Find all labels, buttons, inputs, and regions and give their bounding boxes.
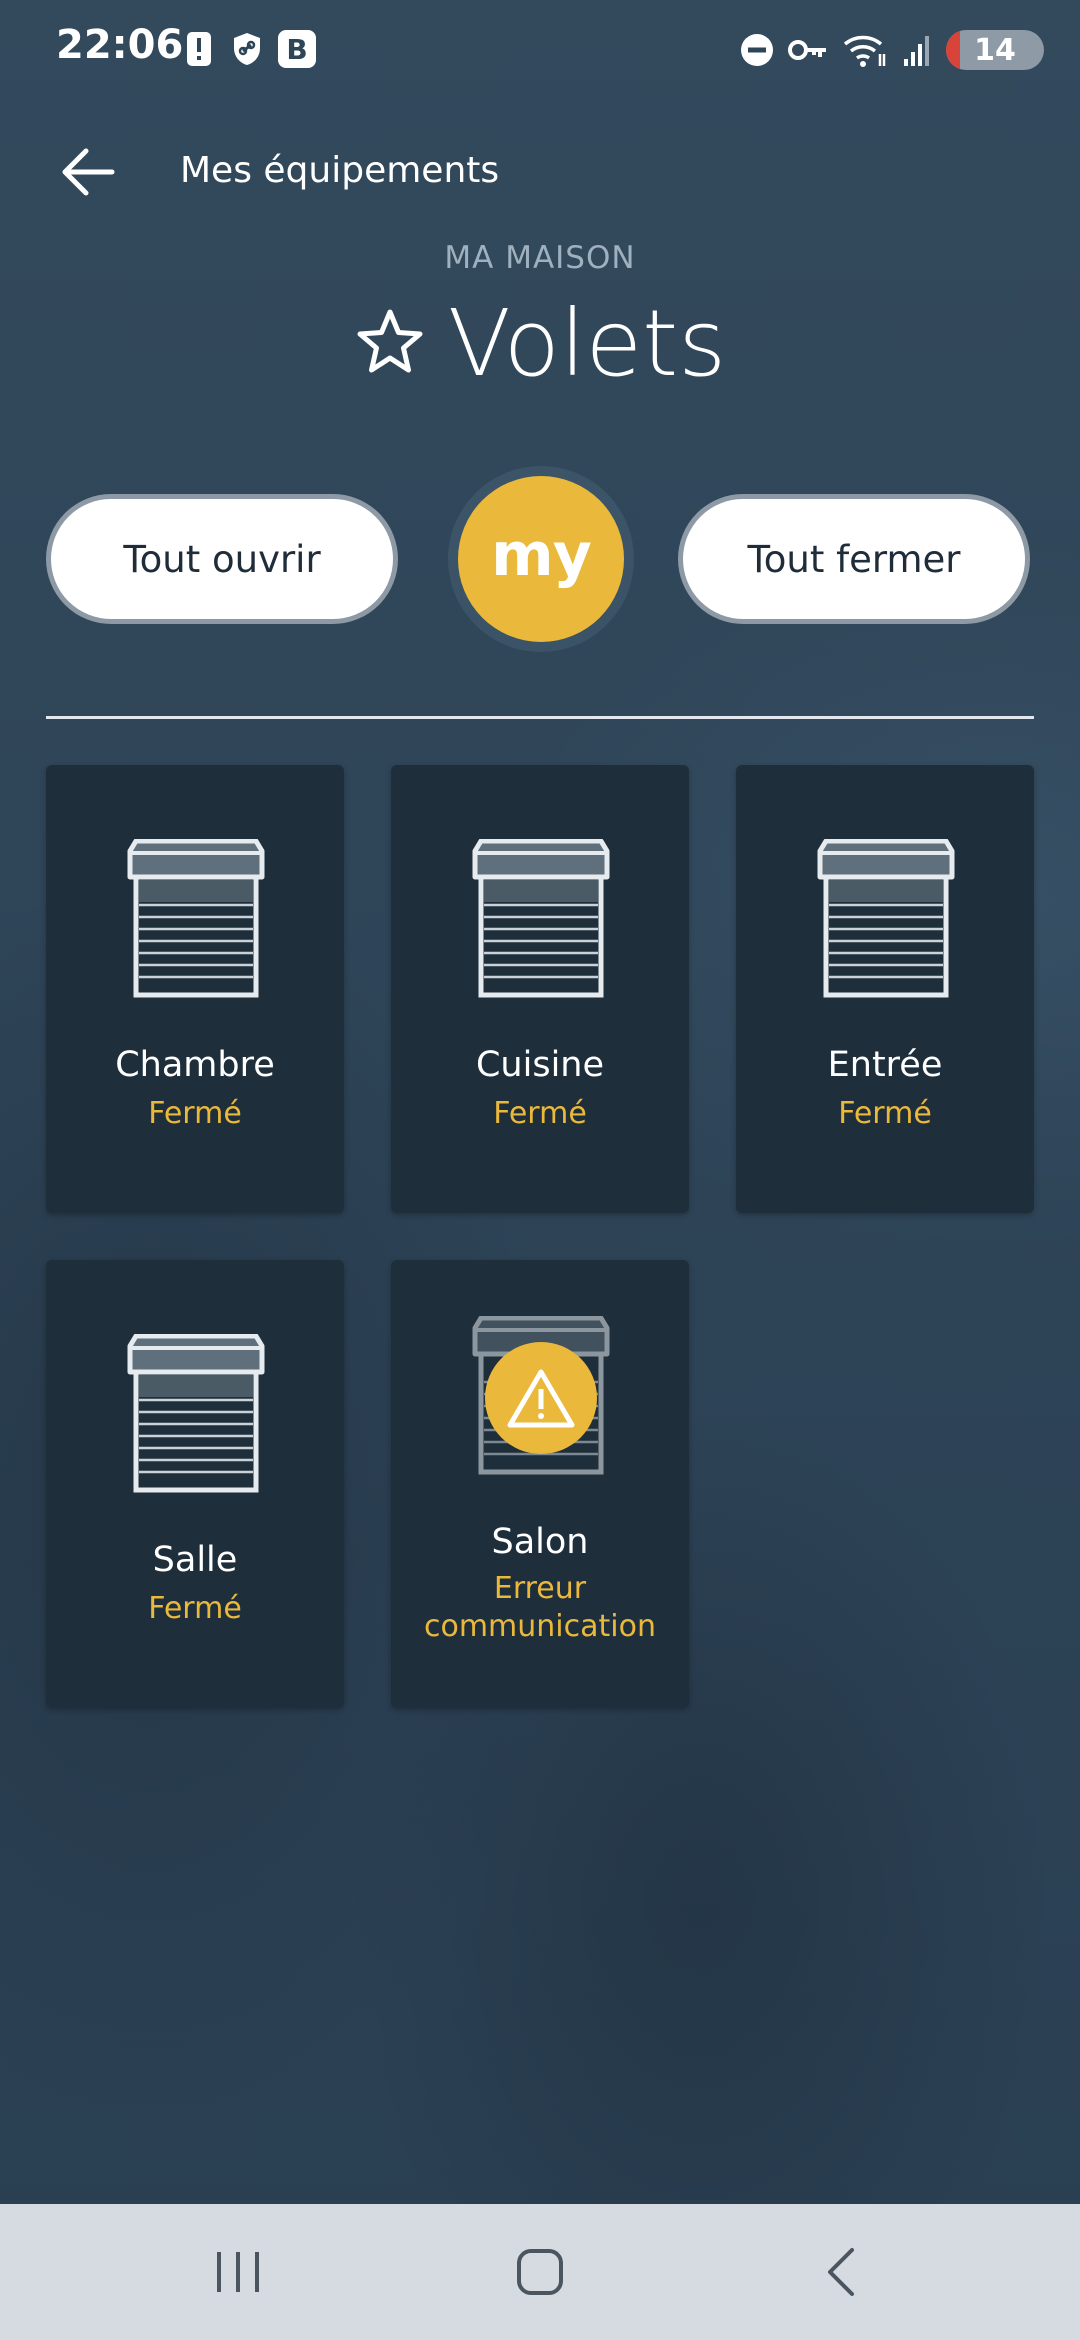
my-position-button[interactable]: my — [458, 476, 624, 642]
open-all-label: Tout ouvrir — [123, 537, 321, 581]
header-title: Mes équipements — [180, 150, 500, 191]
my-label: my — [491, 520, 592, 590]
device-state: Fermé — [148, 1096, 242, 1131]
system-nav-bar — [0, 2204, 1080, 2340]
close-all-label: Tout fermer — [747, 537, 961, 581]
nav-back-button[interactable] — [802, 2240, 882, 2304]
device-tile-salon[interactable]: Salon Erreur communication — [391, 1260, 689, 1708]
home-icon — [517, 2249, 563, 2295]
battery-low-fill — [946, 30, 960, 70]
warning-icon — [507, 1369, 575, 1428]
signal-icon — [900, 31, 934, 69]
device-state: Fermé — [838, 1096, 932, 1131]
roller-shutter-icon — [472, 839, 610, 998]
alert-icon — [182, 30, 216, 68]
device-tile-salle[interactable]: Salle Fermé — [46, 1260, 344, 1708]
device-name: Chambre — [115, 1045, 275, 1085]
open-all-button[interactable]: Tout ouvrir — [46, 494, 398, 624]
favorite-button[interactable] — [354, 306, 426, 382]
device-name: Cuisine — [475, 1045, 605, 1085]
recents-icon — [217, 2252, 259, 2292]
device-tile-entree[interactable]: Entrée Fermé — [736, 765, 1034, 1213]
star-outline-icon — [357, 309, 423, 372]
back-button[interactable] — [58, 142, 118, 202]
page-title: Volets — [447, 290, 727, 397]
divider — [46, 716, 1034, 719]
roller-shutter-icon — [127, 1334, 265, 1493]
status-time: 22:06 — [56, 22, 184, 68]
wifi-icon — [842, 31, 888, 69]
back-icon — [828, 2248, 854, 2296]
roller-shutter-icon — [817, 839, 955, 998]
roller-shutter-icon — [127, 839, 265, 998]
dnd-icon — [740, 31, 774, 69]
battery-level: 14 — [974, 32, 1016, 68]
device-name: Entrée — [827, 1045, 943, 1085]
device-name: Salle — [152, 1540, 238, 1580]
device-tile-cuisine[interactable]: Cuisine Fermé — [391, 765, 689, 1213]
arrow-left-icon — [62, 148, 115, 196]
device-tile-chambre[interactable]: Chambre Fermé — [46, 765, 344, 1213]
device-state: Fermé — [493, 1096, 587, 1131]
status-left-icons: B — [182, 30, 316, 68]
vpn-key-icon — [786, 31, 830, 69]
warning-badge — [485, 1342, 597, 1454]
nav-recents-button[interactable] — [198, 2240, 278, 2304]
page-title-row: Volets — [0, 290, 1080, 397]
b-app-icon: B — [278, 30, 316, 68]
device-state: Erreur communication — [423, 1571, 656, 1644]
close-all-button[interactable]: Tout fermer — [678, 494, 1030, 624]
status-right-icons: 14 — [740, 30, 1044, 70]
shield-link-icon — [230, 30, 264, 68]
battery-indicator: 14 — [946, 30, 1044, 70]
device-state: Fermé — [148, 1591, 242, 1626]
nav-home-button[interactable] — [500, 2240, 580, 2304]
device-name: Salon — [491, 1522, 589, 1562]
page-subtitle: MA MAISON — [444, 240, 636, 276]
status-bar: 22:06 B 14 — [0, 0, 1080, 100]
